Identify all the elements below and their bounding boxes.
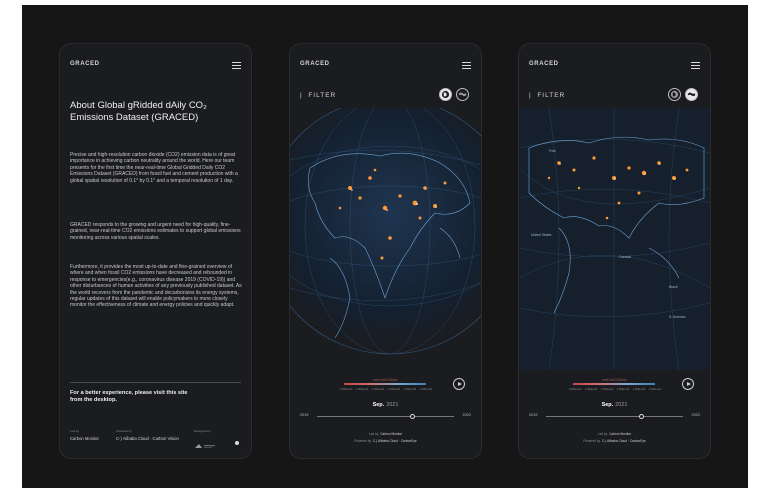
- credit-powered-value[interactable]: C-) Alibaba Cloud · CarbonEye: [373, 439, 417, 443]
- about-paragraph-1: Precise and high-resolution carbon dioxi…: [70, 152, 238, 184]
- credit-led-caption: Led by: [597, 432, 608, 436]
- current-month: Sep.: [372, 402, 385, 408]
- legend-ticks: 0.000e+00 1.000e+00 1.000e+01 1.000e+02 …: [340, 388, 432, 391]
- filter-button[interactable]: | FILTER: [529, 92, 565, 99]
- legend-color-scale: [573, 383, 655, 385]
- map-place-label: Brazil: [669, 285, 678, 289]
- footer-led-by: Led by Carbon Monitor: [70, 429, 99, 441]
- globe-view-toggle-icon[interactable]: [668, 88, 681, 101]
- timeline-end-year: 2022: [691, 413, 700, 417]
- about-title: About Global gRidded dAily CO₂ Emissions…: [70, 100, 240, 124]
- legend-tick: 1.000e+00: [355, 388, 369, 391]
- showcase-stage: GRACED About Global gRidded dAily CO₂ Em…: [22, 5, 748, 488]
- globe-screen: GRACED | FILTER unit: tonCO2/km² 0.000e+…: [289, 43, 482, 459]
- emissions-flat-map[interactable]: Pole United States Canada Brazil S. Amer…: [519, 108, 710, 370]
- flat-map-screen: GRACED | FILTER Pole United States Canad…: [518, 43, 711, 459]
- credit-led-by: Led by Carbon Monitor: [519, 432, 710, 436]
- filter-label: FILTER: [537, 92, 566, 99]
- timeline-track[interactable]: [317, 416, 454, 417]
- legend-tick: 1.000e+03: [403, 388, 417, 391]
- timeline-end-year: 2022: [462, 413, 471, 417]
- timeline-handle[interactable]: [639, 413, 645, 419]
- legend-tick: 0.000e+00: [340, 388, 353, 391]
- hamburger-menu-icon[interactable]: [232, 62, 241, 69]
- legend-tick: 1.000e+04: [419, 388, 432, 391]
- hamburger-menu-icon[interactable]: [691, 62, 700, 69]
- footer-designed-by: Designed by: [194, 429, 216, 454]
- designer-logo-icon[interactable]: [194, 443, 216, 449]
- desktop-notice-line-2: from the desktop.: [70, 397, 117, 404]
- credit-powered-by: Powered by C-) Alibaba Cloud · CarbonEye: [519, 439, 710, 443]
- timeline-start-year: 2019: [300, 413, 309, 417]
- flat-map-toggle-icon[interactable]: [456, 88, 469, 101]
- current-month: Sep.: [601, 402, 614, 408]
- map-place-label: Canada: [619, 255, 631, 259]
- filter-button[interactable]: | FILTER: [300, 92, 336, 99]
- map-place-label: Pole: [549, 149, 556, 153]
- credit-powered-caption: Powered by: [583, 439, 601, 443]
- flat-map-toggle-icon[interactable]: [685, 88, 698, 101]
- timeline-handle[interactable]: [410, 413, 416, 419]
- about-title-line-2: Emissions Dataset (GRACED): [70, 112, 199, 123]
- legend-color-scale: [344, 383, 426, 385]
- about-screen: GRACED About Global gRidded dAily CO₂ Em…: [59, 43, 252, 459]
- brand-logo[interactable]: GRACED: [300, 61, 330, 67]
- top-bar: GRACED: [70, 61, 241, 71]
- credit-led-by: Led by Carbon Monitor: [290, 432, 481, 436]
- current-year: 2021: [615, 402, 628, 408]
- footer-powered-value[interactable]: C-) Alibaba Cloud · Carbon Vision: [116, 436, 179, 441]
- footer-powered-caption: Powered by: [116, 429, 132, 433]
- timeline-slider[interactable]: 2019 2022: [529, 413, 700, 421]
- legend-tick: 1.000e+01: [600, 388, 614, 391]
- brand-logo[interactable]: GRACED: [529, 61, 559, 67]
- legend-tick: 1.000e+02: [616, 388, 630, 391]
- current-date: Sep. 2021: [519, 402, 710, 408]
- credit-powered-caption: Powered by: [354, 439, 372, 443]
- emissions-globe-map[interactable]: [290, 108, 481, 370]
- timeline-track[interactable]: [546, 416, 683, 417]
- map-place-label: United States: [531, 233, 552, 237]
- about-title-line-1: About Global gRidded dAily CO₂: [70, 100, 207, 111]
- legend-tick: 1.000e+01: [371, 388, 385, 391]
- credit-powered-value[interactable]: C-) Alibaba Cloud · CarbonEye: [602, 439, 646, 443]
- map-place-label: S. America: [669, 315, 686, 319]
- globe-view-toggle-icon[interactable]: [439, 88, 452, 101]
- footer-led-by-caption: Led by: [70, 429, 80, 433]
- credit-led-value[interactable]: Carbon Monitor: [609, 432, 631, 436]
- play-icon[interactable]: [682, 378, 694, 390]
- legend-tick: 1.000e+03: [632, 388, 646, 391]
- credit-powered-by: Powered by C-) Alibaba Cloud · CarbonEye: [290, 439, 481, 443]
- top-bar: GRACED: [529, 61, 700, 71]
- about-paragraph-3: Furthermore, it provides the most up-to-…: [70, 264, 242, 309]
- current-year: 2021: [386, 402, 399, 408]
- divider: [70, 382, 241, 383]
- legend-tick: 0.000e+00: [569, 388, 582, 391]
- hamburger-menu-icon[interactable]: [462, 62, 471, 69]
- timeline-slider[interactable]: 2019 2022: [300, 413, 471, 421]
- desktop-notice-line-1: For a better experience, please visit th…: [70, 390, 188, 396]
- timeline-start-year: 2019: [529, 413, 538, 417]
- footer-led-by-value[interactable]: Carbon Monitor: [70, 436, 99, 441]
- top-bar: GRACED: [300, 61, 471, 71]
- legend-tick: 1.000e+02: [387, 388, 401, 391]
- play-icon[interactable]: [453, 378, 465, 390]
- legend-tick: 1.000e+00: [584, 388, 598, 391]
- desktop-notice: For a better experience, please visit th…: [70, 390, 240, 404]
- filter-label: FILTER: [308, 92, 337, 99]
- current-date: Sep. 2021: [290, 402, 481, 408]
- legend-tick: 1.000e+04: [648, 388, 661, 391]
- footer-powered-by: Powered by C-) Alibaba Cloud · Carbon Vi…: [116, 429, 179, 441]
- credit-led-caption: Led by: [368, 432, 379, 436]
- about-paragraph-2: GRACED responds to the growing and urgen…: [70, 222, 241, 241]
- legend-ticks: 0.000e+00 1.000e+00 1.000e+01 1.000e+02 …: [569, 388, 661, 391]
- credit-led-value[interactable]: Carbon Monitor: [380, 432, 402, 436]
- footer-designed-caption: Designed by: [194, 429, 211, 433]
- brand-logo[interactable]: GRACED: [70, 61, 100, 67]
- theme-toggle-icon[interactable]: [235, 441, 239, 445]
